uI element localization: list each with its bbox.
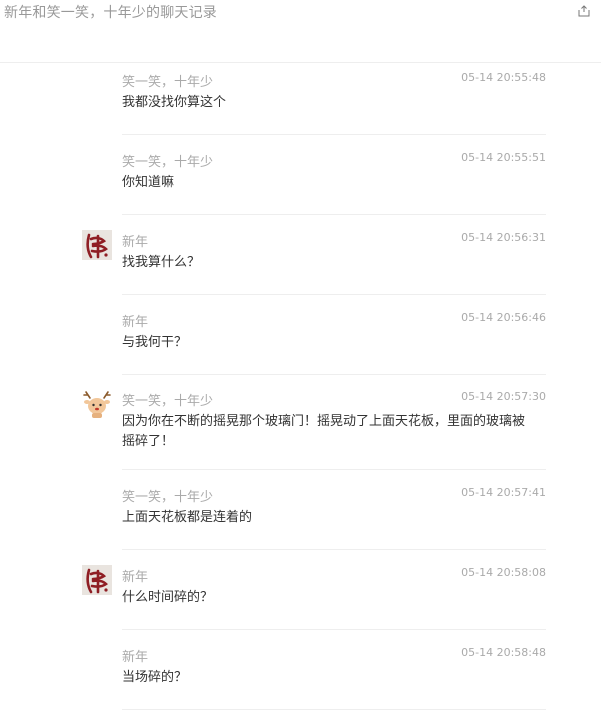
- message-time: 05-14 20:57:30: [461, 390, 546, 403]
- message-time: 05-14 20:55:48: [461, 71, 546, 84]
- message-time: 05-14 20:57:41: [461, 486, 546, 499]
- message-time: 05-14 20:55:51: [461, 151, 546, 164]
- message-text: 因为你在不断的摇晃那个玻璃门！摇晃动了上面天花板，里面的玻璃被摇碎了！: [122, 414, 526, 449]
- message-item: 笑一笑，十年少 05-14 20:57:41 上面天花板都是连着的: [0, 470, 601, 550]
- message-time: 05-14 20:58:08: [461, 566, 546, 579]
- message-time: 05-14 20:58:48: [461, 646, 546, 659]
- message-item: 笑一笑，十年少 05-14 20:55:48 我都没找你算这个: [0, 63, 601, 135]
- deer-avatar-icon: [82, 389, 112, 419]
- avatar[interactable]: [82, 389, 112, 419]
- message-sender: 笑一笑，十年少: [122, 394, 214, 409]
- message-sender: 新年: [122, 650, 149, 665]
- message-sender: 笑一笑，十年少: [122, 490, 214, 505]
- message-item: 新年 05-14 20:58:48 当场碎的？: [0, 630, 601, 710]
- calligraphy-avatar-icon: [82, 565, 112, 595]
- message-item: 笑一笑，十年少 05-14 20:55:51 你知道嘛: [0, 135, 601, 215]
- message-item: 新年 05-14 20:58:08 什么时间碎的？: [0, 550, 601, 630]
- chat-history-header: 新年和笑一笑，十年少的聊天记录: [0, 0, 601, 63]
- message-time: 05-14 20:56:46: [461, 311, 546, 324]
- avatar[interactable]: [82, 230, 112, 260]
- message-item: 笑一笑，十年少 05-14 20:57:30 因为你在不断的摇晃那个玻璃门！摇晃…: [0, 375, 601, 470]
- message-text: 上面天花板都是连着的: [122, 510, 253, 525]
- message-text: 什么时间碎的？: [122, 590, 214, 605]
- message-sender: 新年: [122, 315, 149, 330]
- message-divider: [122, 709, 546, 710]
- message-item: 新年 05-14 20:56:31 找我算什么？: [0, 215, 601, 295]
- message-text: 你知道嘛: [122, 175, 175, 190]
- calligraphy-avatar-icon: [82, 230, 112, 260]
- page-title: 新年和笑一笑，十年少的聊天记录: [4, 5, 217, 21]
- message-time: 05-14 20:56:31: [461, 231, 546, 244]
- message-sender: 笑一笑，十年少: [122, 155, 214, 170]
- message-text: 找我算什么？: [122, 255, 201, 270]
- avatar[interactable]: [82, 565, 112, 595]
- message-sender: 笑一笑，十年少: [122, 75, 214, 90]
- message-text: 当场碎的？: [122, 670, 188, 685]
- share-icon[interactable]: [578, 2, 590, 17]
- message-item: 新年 05-14 20:56:46 与我何干？: [0, 295, 601, 375]
- message-sender: 新年: [122, 235, 149, 250]
- message-text: 我都没找你算这个: [122, 95, 227, 110]
- message-list: 笑一笑，十年少 05-14 20:55:48 我都没找你算这个 笑一笑，十年少 …: [0, 63, 601, 710]
- message-text: 与我何干？: [122, 335, 188, 350]
- message-sender: 新年: [122, 570, 149, 585]
